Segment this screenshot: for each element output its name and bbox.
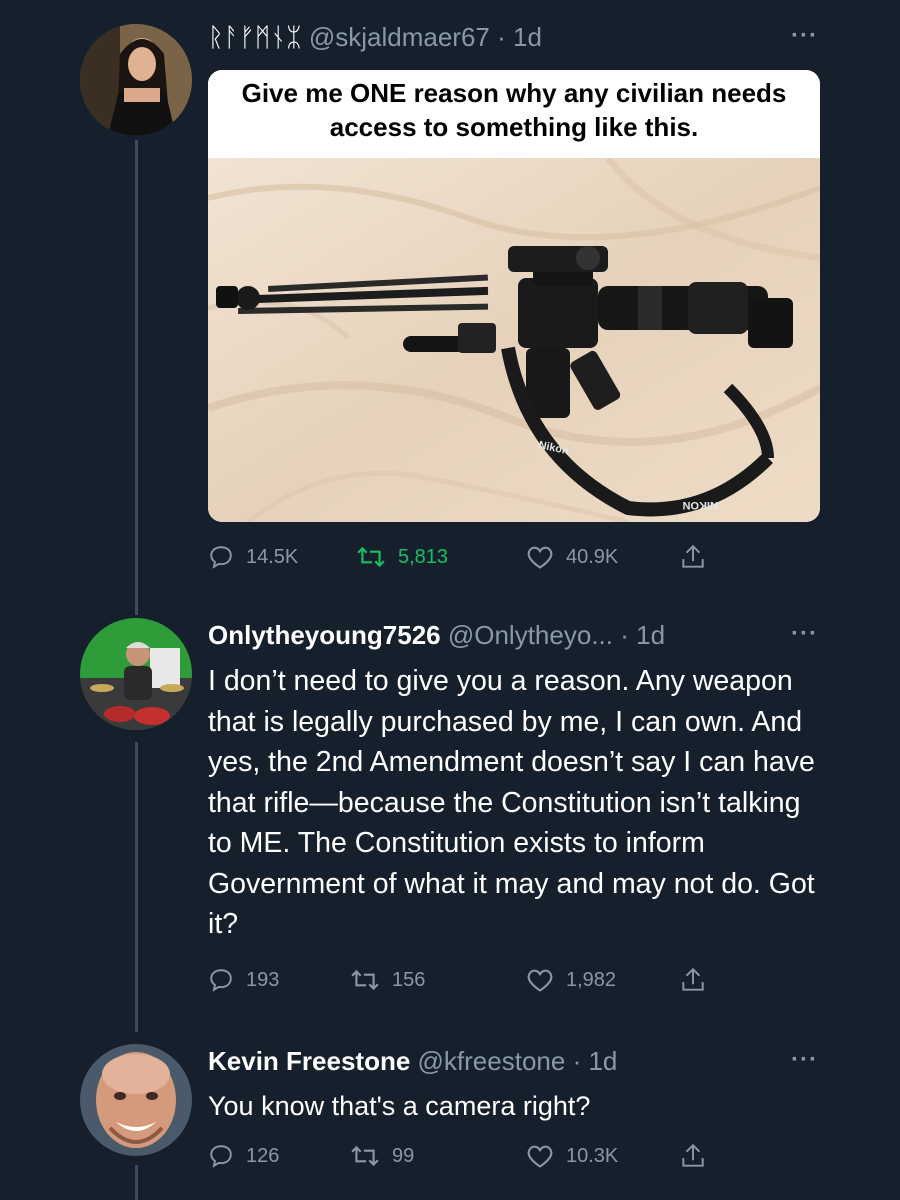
like-count: 40.9K <box>566 545 619 568</box>
tweet-text: You know that's a camera right? <box>208 1091 591 1121</box>
retweet-icon <box>351 1145 379 1167</box>
heart-icon <box>527 969 553 992</box>
timestamp[interactable]: · 1d <box>573 1046 618 1076</box>
like-button[interactable]: 1,982 <box>526 964 616 996</box>
tweet-reply[interactable]: Kevin Freestone @kfreestone · 1d ··· You… <box>0 1030 900 1200</box>
reply-button[interactable]: 193 <box>208 964 279 996</box>
strap-label: NIKON <box>683 499 719 511</box>
reply-icon <box>210 546 232 569</box>
retweet-icon <box>357 546 385 568</box>
retweet-button[interactable]: 156 <box>350 964 425 996</box>
tweet-reply[interactable]: Onlytheyoung7526 @Onlytheyo... · 1d ··· … <box>0 600 900 1020</box>
media-caption: Give me ONE reason why any civilian need… <box>208 70 820 158</box>
handle[interactable]: @skjaldmaer67 <box>309 22 490 52</box>
tweet-header: Kevin Freestone @kfreestone · 1d <box>208 1046 617 1077</box>
tweet-actions: 126 99 10.3K <box>208 1140 708 1172</box>
share-icon <box>682 1143 704 1167</box>
tweet-header: Onlytheyoung7526 @Onlytheyo... · 1d <box>208 620 665 651</box>
avatar[interactable] <box>80 1044 192 1156</box>
handle[interactable]: @kfreestone <box>418 1046 566 1076</box>
like-button[interactable]: 10.3K <box>526 1140 618 1172</box>
share-icon <box>682 967 704 991</box>
reply-count: 193 <box>246 968 280 991</box>
retweet-button[interactable]: 99 <box>350 1140 414 1172</box>
avatar[interactable] <box>80 24 192 136</box>
reply-icon <box>210 969 232 992</box>
like-count: 1,982 <box>566 968 617 991</box>
camera-rig-photo: Nikon NIKON <box>208 158 820 522</box>
reply-count: 126 <box>246 1144 280 1167</box>
like-count: 10.3K <box>566 1144 619 1167</box>
share-button[interactable] <box>680 964 706 996</box>
tweet-media[interactable]: Give me ONE reason why any civilian need… <box>208 70 820 522</box>
more-dots-icon[interactable]: ··· <box>791 1046 818 1074</box>
tweet-header: ᚱᚨᚠᛗᚾᛯ @skjaldmaer67 · 1d <box>208 22 542 53</box>
timestamp[interactable]: · 1d <box>620 620 665 650</box>
tweet-original[interactable]: ᚱᚨᚠᛗᚾᛯ @skjaldmaer67 · 1d ··· Give me ON… <box>0 0 900 600</box>
heart-icon <box>527 546 553 569</box>
tweet-text: I don’t need to give you a reason. Any w… <box>208 665 815 940</box>
display-name[interactable]: Kevin Freestone <box>208 1046 410 1076</box>
share-button[interactable] <box>680 541 706 573</box>
more-dots-icon[interactable]: ··· <box>791 22 818 50</box>
display-name[interactable]: Onlytheyoung7526 <box>208 620 441 650</box>
heart-icon <box>527 1145 553 1168</box>
display-name[interactable]: ᚱᚨᚠᛗᚾᛯ <box>208 22 302 52</box>
retweet-count: 156 <box>392 968 426 991</box>
handle[interactable]: @Onlytheyo... <box>448 620 613 650</box>
timestamp[interactable]: · 1d <box>497 22 542 52</box>
reply-button[interactable]: 126 <box>208 1140 279 1172</box>
share-button[interactable] <box>680 1140 706 1172</box>
tweet-actions: 14.5K 5,813 40.9K <box>208 541 708 573</box>
retweet-count: 99 <box>392 1144 415 1167</box>
tweet-actions: 193 156 1,982 <box>208 964 708 996</box>
avatar[interactable] <box>80 618 192 730</box>
reply-button[interactable]: 14.5K <box>208 541 298 573</box>
retweet-count: 5,813 <box>398 545 449 568</box>
share-icon <box>682 544 704 568</box>
reply-icon <box>210 1145 232 1168</box>
like-button[interactable]: 40.9K <box>526 541 618 573</box>
retweet-button[interactable]: 5,813 <box>356 541 448 573</box>
more-dots-icon[interactable]: ··· <box>791 620 818 648</box>
reply-count: 14.5K <box>246 545 299 568</box>
retweet-icon <box>351 969 379 991</box>
